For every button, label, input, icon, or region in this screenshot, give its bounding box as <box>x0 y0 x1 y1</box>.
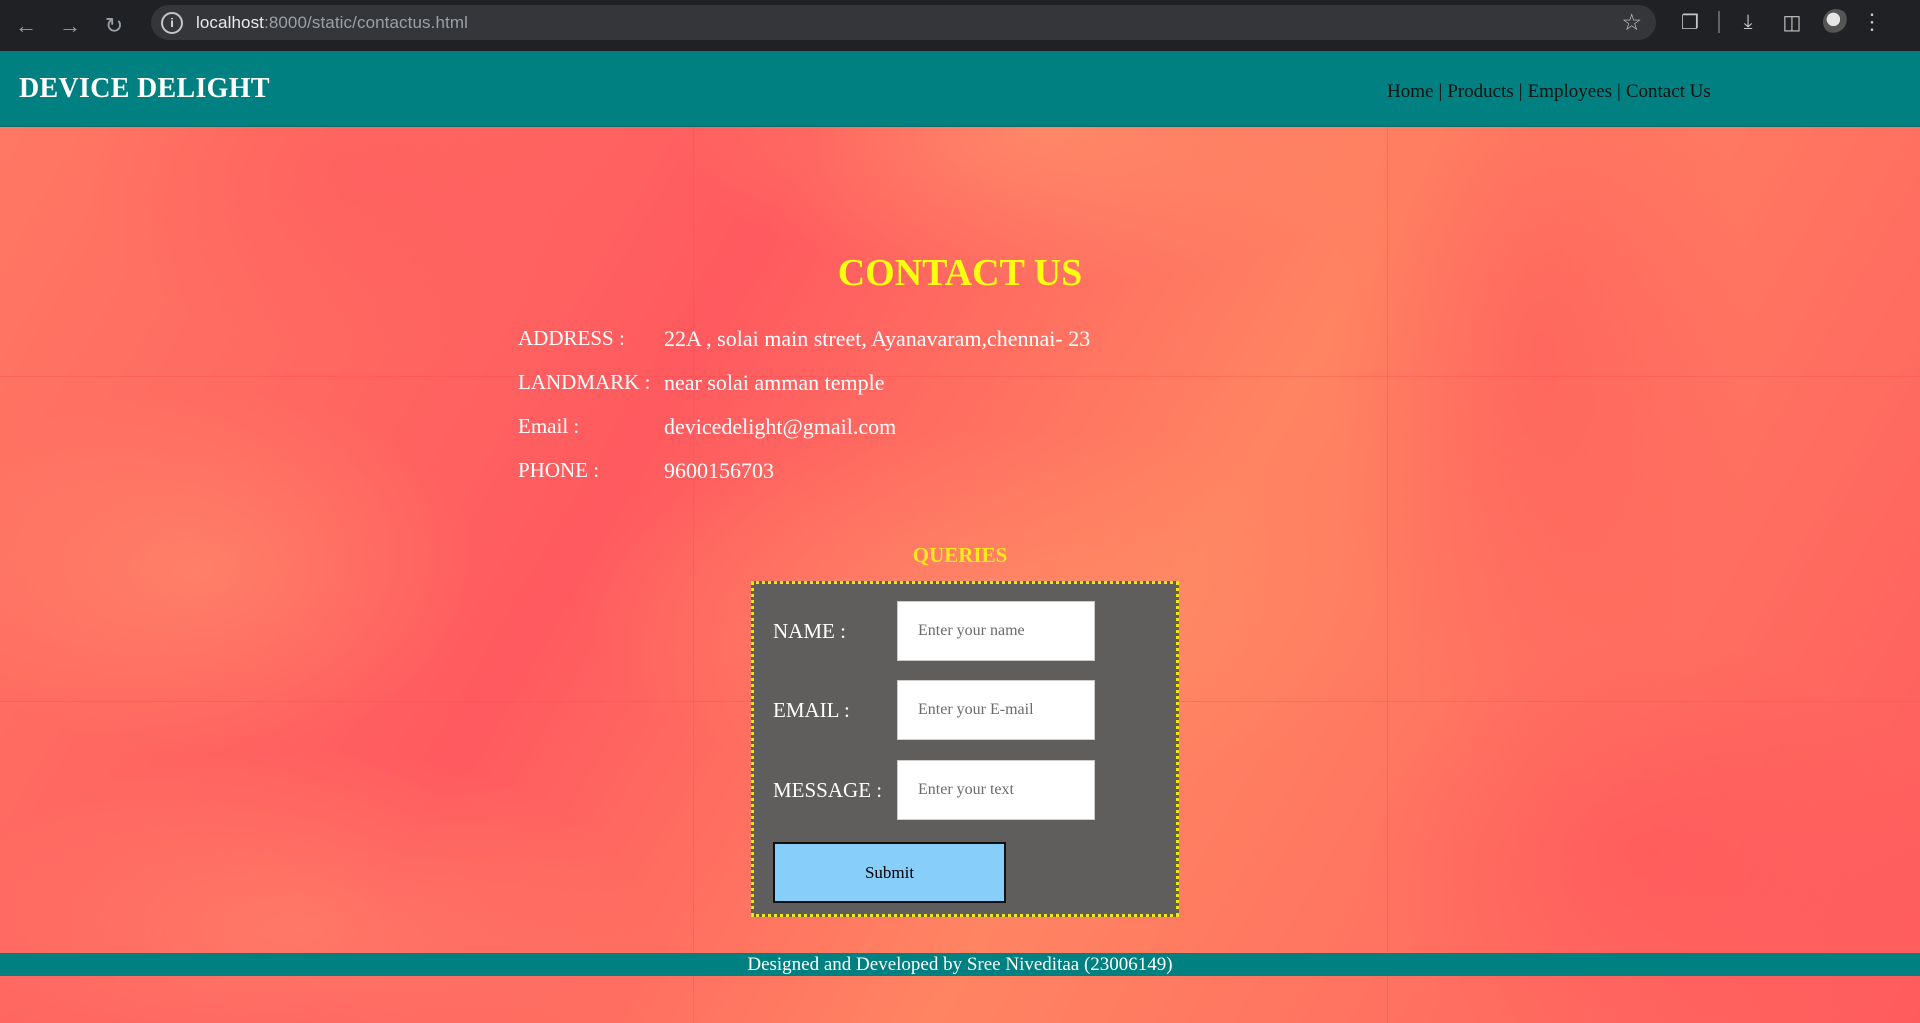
site-info-icon[interactable]: i <box>161 11 183 34</box>
profile-avatar[interactable] <box>1823 9 1849 35</box>
name-row: NAME : <box>773 601 1095 661</box>
forward-icon[interactable]: → <box>48 4 92 48</box>
address-bar[interactable]: i localhost:8000/static/contactus.html ☆ <box>151 5 1656 40</box>
nav-separator: | <box>1518 81 1523 102</box>
nav-contact-link[interactable]: Contact Us <box>1626 81 1711 102</box>
contact-info: ADDRESS : 22A , solai main street, Ayana… <box>518 326 1090 502</box>
message-input[interactable] <box>897 760 1095 820</box>
nav-home-link[interactable]: Home <box>1387 81 1433 102</box>
message-row: MESSAGE : <box>773 760 1095 820</box>
submit-button[interactable]: Submit <box>773 842 1006 903</box>
queries-form: NAME : EMAIL : MESSAGE : Submit <box>751 581 1179 917</box>
message-label: MESSAGE : <box>773 777 883 802</box>
bookmark-star-icon[interactable]: ☆ <box>1621 9 1642 36</box>
address-row: ADDRESS : 22A , solai main street, Ayana… <box>518 326 1090 370</box>
site-brand: DEVICE DELIGHT <box>19 73 270 104</box>
landmark-row: LANDMARK : near solai amman temple <box>518 370 1090 414</box>
email-form-row: EMAIL : <box>773 680 1095 740</box>
nav-employees-link[interactable]: Employees <box>1528 81 1612 102</box>
reload-icon[interactable]: ↻ <box>92 4 136 48</box>
page-viewport: DEVICE DELIGHT Home | Products | Employees | C… <box>0 51 1920 1023</box>
phone-value: 9600156703 <box>664 458 774 483</box>
email-row: Email : devicedelight@gmail.com <box>518 414 1090 458</box>
extensions-puzzle-icon[interactable]: ❐ <box>1668 10 1712 35</box>
toolbar-divider <box>1718 11 1720 33</box>
back-icon[interactable]: ← <box>4 4 48 48</box>
address-label: ADDRESS : <box>518 326 625 350</box>
nav-separator: | <box>1438 81 1443 102</box>
download-icon[interactable]: ⤓ <box>1726 11 1770 34</box>
page-title: CONTACT US <box>837 252 1083 294</box>
email-field-label: EMAIL : <box>773 697 850 722</box>
site-header: DEVICE DELIGHT Home | Products | Employees | C… <box>0 51 1920 127</box>
nav-products-link[interactable]: Products <box>1447 81 1514 102</box>
three-dots-menu-icon[interactable]: ⋮ <box>1858 9 1886 35</box>
email-label: Email : <box>518 414 580 438</box>
address-value: 22A , solai main street, Ayanavaram,chen… <box>664 326 1091 351</box>
queries-heading: QUERIES <box>912 543 1008 567</box>
top-nav: Home | Products | Employees | Contact Us <box>1387 81 1711 103</box>
landmark-value: near solai amman temple <box>664 370 885 395</box>
landmark-label: LANDMARK : <box>518 370 651 394</box>
email-value: devicedelight@gmail.com <box>664 414 897 439</box>
url-text[interactable]: localhost:8000/static/contactus.html <box>196 13 468 33</box>
phone-row: PHONE : 9600156703 <box>518 458 1090 502</box>
side-panel-icon[interactable]: ◫ <box>1770 10 1814 35</box>
email-input[interactable] <box>897 680 1095 740</box>
nav-separator: | <box>1617 81 1621 102</box>
site-footer: Designed and Developed by Sree Niveditaa… <box>0 953 1920 976</box>
browser-toolbar: ← → ↻ i localhost:8000/static/contactus.… <box>0 0 1920 51</box>
phone-label: PHONE : <box>518 458 600 482</box>
name-label: NAME : <box>773 618 846 643</box>
name-input[interactable] <box>897 601 1095 661</box>
